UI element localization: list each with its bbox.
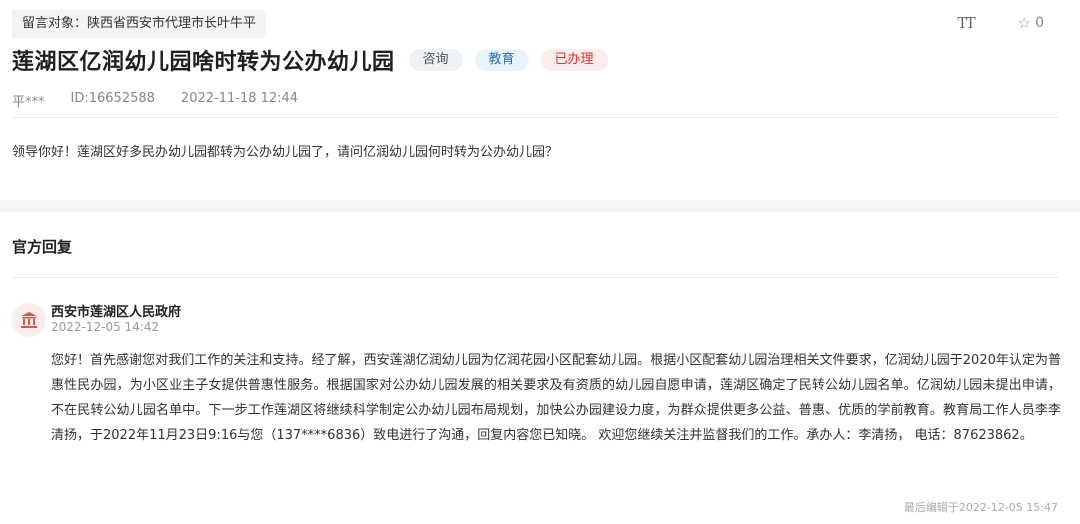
message-content: 领导你好！莲湖区好多民办幼儿园都转为公办幼儿园了，请问亿润幼儿园何时转为公办幼儿… [12, 145, 559, 160]
author-name: 平*** [12, 95, 45, 110]
message-meta: 平*** ID:16652588 2022-11-18 12:44 [12, 91, 298, 110]
star-icon: ☆ [1017, 14, 1032, 32]
title-row: 莲湖区亿润幼儿园啥时转为公办幼儿园 咨询 教育 已办理 [12, 44, 608, 76]
favorite-button[interactable]: ☆ 0 [1018, 14, 1044, 32]
favorite-count: 0 [1035, 15, 1044, 31]
message-id: ID:16652588 [70, 91, 155, 106]
section-separator [0, 200, 1080, 212]
reply-section-title: 官方回复 [12, 238, 73, 256]
tag-education: 教育 [474, 49, 529, 71]
message-target-tag: 留言对象：陕西省西安市代理市长叶牛平 [12, 10, 267, 38]
government-building-icon [12, 303, 46, 337]
font-size-icon[interactable]: TT [957, 14, 975, 32]
message-section: 留言对象：陕西省西安市代理市长叶牛平 TT ☆ 0 莲湖区亿润幼儿园啥时转为公办… [0, 0, 1080, 200]
status-badge: 已办理 [540, 49, 608, 71]
reply-date: 2022-12-05 14:42 [51, 320, 160, 334]
divider [12, 117, 1058, 118]
divider [12, 277, 1058, 278]
tag-consult: 咨询 [408, 49, 463, 71]
reply-org-name: 西安市莲湖区人民政府 [51, 305, 182, 320]
last-edit-time: 最后编辑于2022-12-05 15:47 [903, 501, 1058, 514]
page-title: 莲湖区亿润幼儿园啥时转为公办幼儿园 [12, 50, 395, 75]
reply-content: 您好！首先感谢您对我们工作的关注和支持。经了解，西安莲湖亿润幼儿园为亿润花园小区… [51, 353, 1061, 443]
toolbar: TT ☆ 0 [957, 14, 1044, 32]
building-svg [21, 312, 37, 328]
message-datetime: 2022-11-18 12:44 [180, 91, 299, 106]
